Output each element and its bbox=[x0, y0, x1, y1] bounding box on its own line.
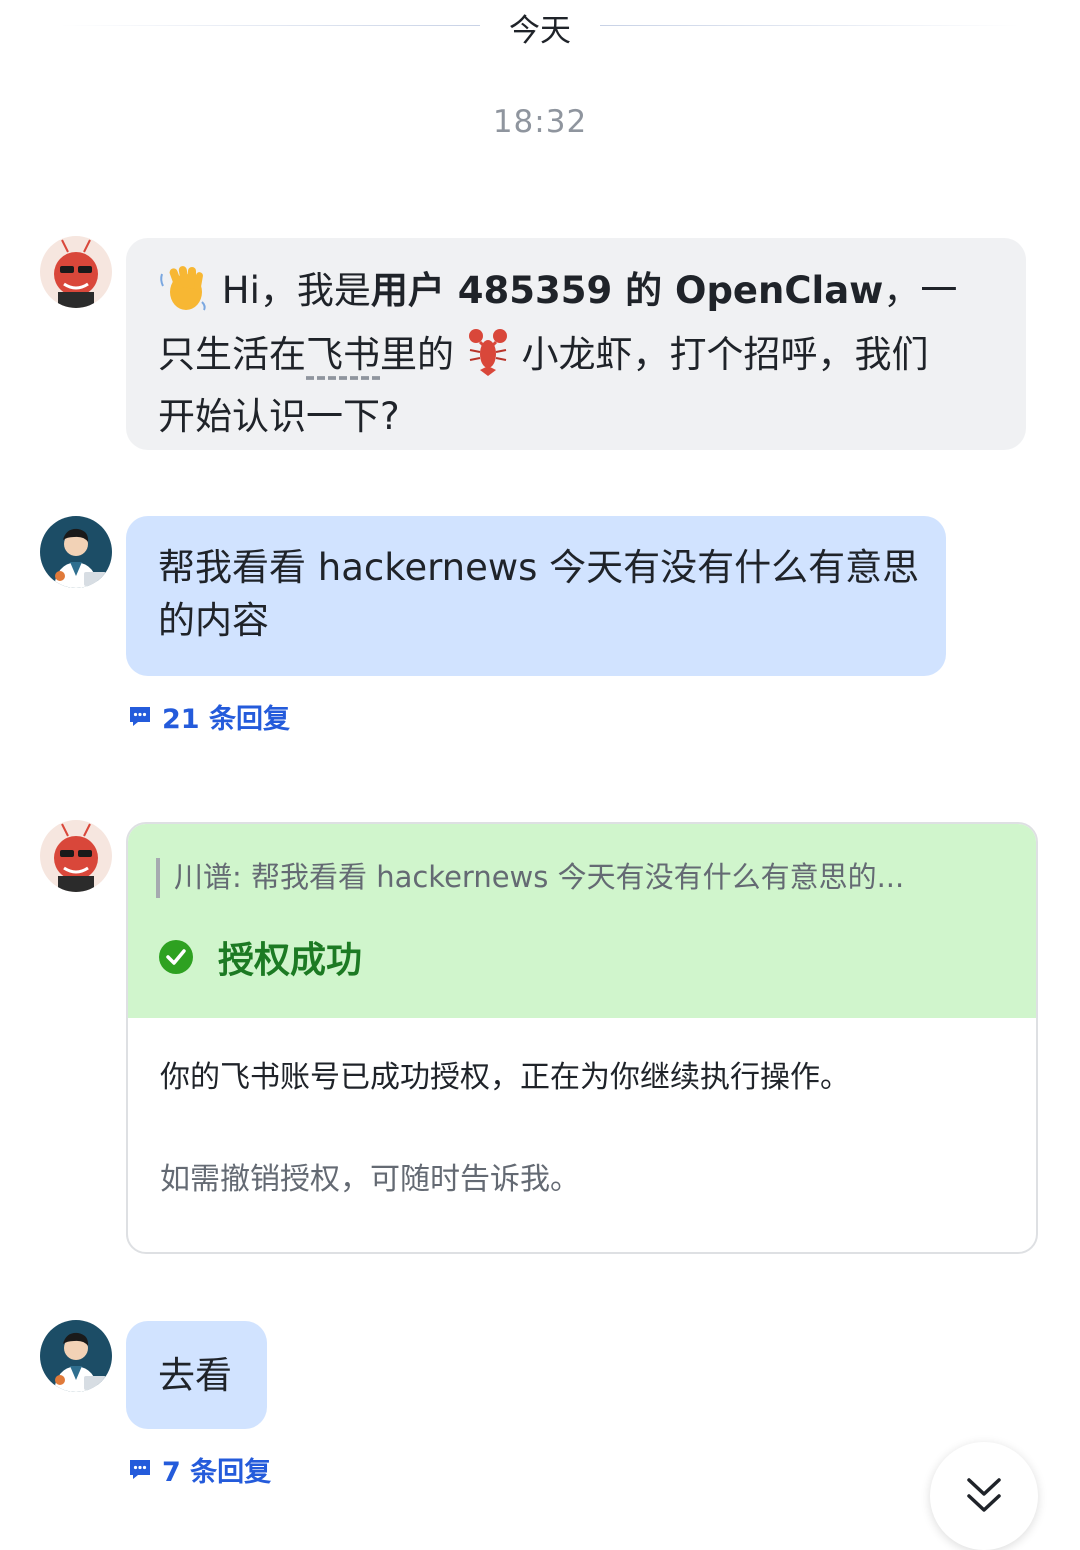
scroll-to-bottom-button[interactable] bbox=[930, 1442, 1038, 1550]
thread-replies-link[interactable]: 21 条回复 bbox=[128, 698, 290, 735]
thread-replies-link[interactable]: 7 条回复 bbox=[128, 1451, 272, 1488]
card-body-text: 你的飞书账号已成功授权，正在为你继续执行操作。 bbox=[160, 1060, 850, 1095]
check-circle-icon bbox=[159, 940, 193, 974]
message-timestamp: 18:32 bbox=[492, 104, 588, 140]
reply-count: 21 条回复 bbox=[162, 703, 290, 735]
greeting-text: 只生活在 bbox=[158, 333, 306, 376]
reply-bubble-icon bbox=[130, 707, 150, 726]
reply-bubble-icon bbox=[130, 1460, 150, 1479]
user-message-bubble[interactable]: 帮我看看 hackernews 今天有没有什么有意思的内容 bbox=[126, 516, 946, 676]
greeting-text: Hi，我是 bbox=[210, 269, 371, 312]
bot-avatar[interactable] bbox=[40, 236, 112, 308]
user-avatar[interactable] bbox=[40, 516, 112, 588]
greeting-line-3: 开始认识一下? bbox=[158, 395, 400, 438]
quoted-message[interactable]: 川谱: 帮我看看 hackernews 今天有没有什么有意思的... bbox=[156, 858, 1016, 898]
authorization-card[interactable]: 川谱: 帮我看看 hackernews 今天有没有什么有意思的... 授权成功 … bbox=[126, 822, 1038, 1254]
greeting-line-2: 只生活在飞书里的 小龙虾，打个招呼，我们 bbox=[158, 326, 1006, 390]
greeting-text: 里的 bbox=[380, 333, 466, 376]
double-chevron-down-icon bbox=[967, 1478, 1001, 1512]
greeting-text: 小龙虾，打个招呼，我们 bbox=[509, 333, 929, 376]
waving-hand-icon bbox=[158, 262, 210, 326]
user-avatar[interactable] bbox=[40, 1320, 112, 1392]
feishu-term-link[interactable]: 飞书 bbox=[306, 333, 380, 376]
date-divider: 今天 bbox=[60, 0, 1020, 52]
auth-status-label: 授权成功 bbox=[218, 940, 363, 981]
user-message-bubble[interactable]: 去看 bbox=[126, 1321, 267, 1429]
lobster-icon bbox=[466, 326, 510, 390]
card-note-text: 如需撤销授权，可随时告诉我。 bbox=[160, 1162, 580, 1197]
bot-avatar[interactable] bbox=[40, 820, 112, 892]
divider-line-left bbox=[60, 25, 480, 26]
bot-greeting-bubble[interactable]: Hi，我是用户 485359 的 OpenClaw，一 只生活在飞书里的 小龙虾… bbox=[126, 238, 1026, 450]
greeting-text: ，一 bbox=[883, 269, 958, 312]
date-label: 今天 bbox=[509, 13, 571, 49]
auth-status: 授权成功 bbox=[158, 932, 362, 982]
greeting-line-1: Hi，我是用户 485359 的 OpenClaw，一 bbox=[158, 262, 1006, 326]
divider-line-right bbox=[600, 25, 1020, 26]
greeting-bold-name: 用户 485359 的 OpenClaw bbox=[370, 269, 884, 312]
card-header: 川谱: 帮我看看 hackernews 今天有没有什么有意思的... 授权成功 bbox=[128, 824, 1036, 1018]
reply-count: 7 条回复 bbox=[162, 1456, 272, 1488]
